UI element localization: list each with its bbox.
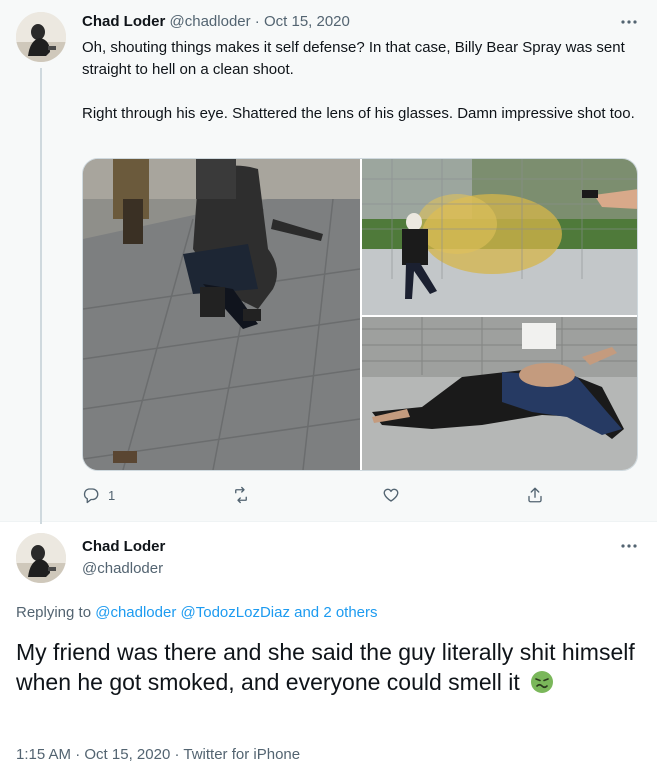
more-dots-icon[interactable] [617,12,641,32]
reply-count: 1 [108,487,116,503]
nauseated-face-emoji [531,671,554,693]
share-button[interactable] [526,484,544,506]
mention-link[interactable]: @TodozLozDiaz [181,604,290,621]
meta-separator: · [75,746,81,763]
thread-connector-line [40,68,42,524]
retweet-button[interactable] [232,484,258,506]
author-name[interactable]: Chad Loder [82,538,165,555]
media-grid [82,158,638,471]
reply-icon [83,488,99,504]
like-button[interactable] [382,484,408,506]
tweet-date[interactable]: Oct 15, 2020 [264,13,350,30]
retweet-icon [235,486,247,504]
author-handle[interactable]: @chadloder [82,560,163,577]
avatar[interactable] [16,533,66,583]
author-handle[interactable]: @chadloder [170,13,251,30]
photo-crouching-man[interactable] [83,159,360,470]
header-separator: · [254,13,260,30]
replying-to: Replying to @chadloder @TodozLozDiaz and… [16,604,378,621]
tweet-text: My friend was there and she said the guy… [16,637,641,697]
tweet-paragraph: Oh, shouting things makes it self defens… [82,39,625,78]
heart-icon [383,488,399,502]
tweet-time[interactable]: 1:15 AM [16,746,71,763]
tweet-source[interactable]: Twitter for iPhone [183,746,300,763]
others-link[interactable]: and 2 others [290,604,377,621]
reply-button[interactable]: 1 [82,484,115,506]
mention-link[interactable]: @chadloder [95,604,176,621]
replying-prefix: Replying to [16,604,96,621]
tweet-date[interactable]: Oct 15, 2020 [84,746,170,763]
photo-spray-shooting[interactable] [362,159,637,315]
tweet-text: Oh, shouting things makes it self defens… [82,37,642,147]
photo-man-on-ground[interactable] [362,317,637,470]
tweet-header: Chad Loder @chadloder · Oct 15, 2020 [82,12,350,32]
tweet-actions: 1 [82,484,552,506]
more-dots-icon[interactable] [617,536,641,556]
share-icon [528,487,542,503]
meta-separator: · [174,746,180,763]
tweet-paragraph: Right through his eye. Shattered the len… [82,105,635,122]
author-name[interactable]: Chad Loder [82,13,165,30]
tweet-metadata: 1:15 AM · Oct 15, 2020 · Twitter for iPh… [16,746,300,763]
avatar[interactable] [16,12,66,62]
parent-tweet[interactable]: Chad Loder @chadloder · Oct 15, 2020 Oh,… [0,0,657,524]
